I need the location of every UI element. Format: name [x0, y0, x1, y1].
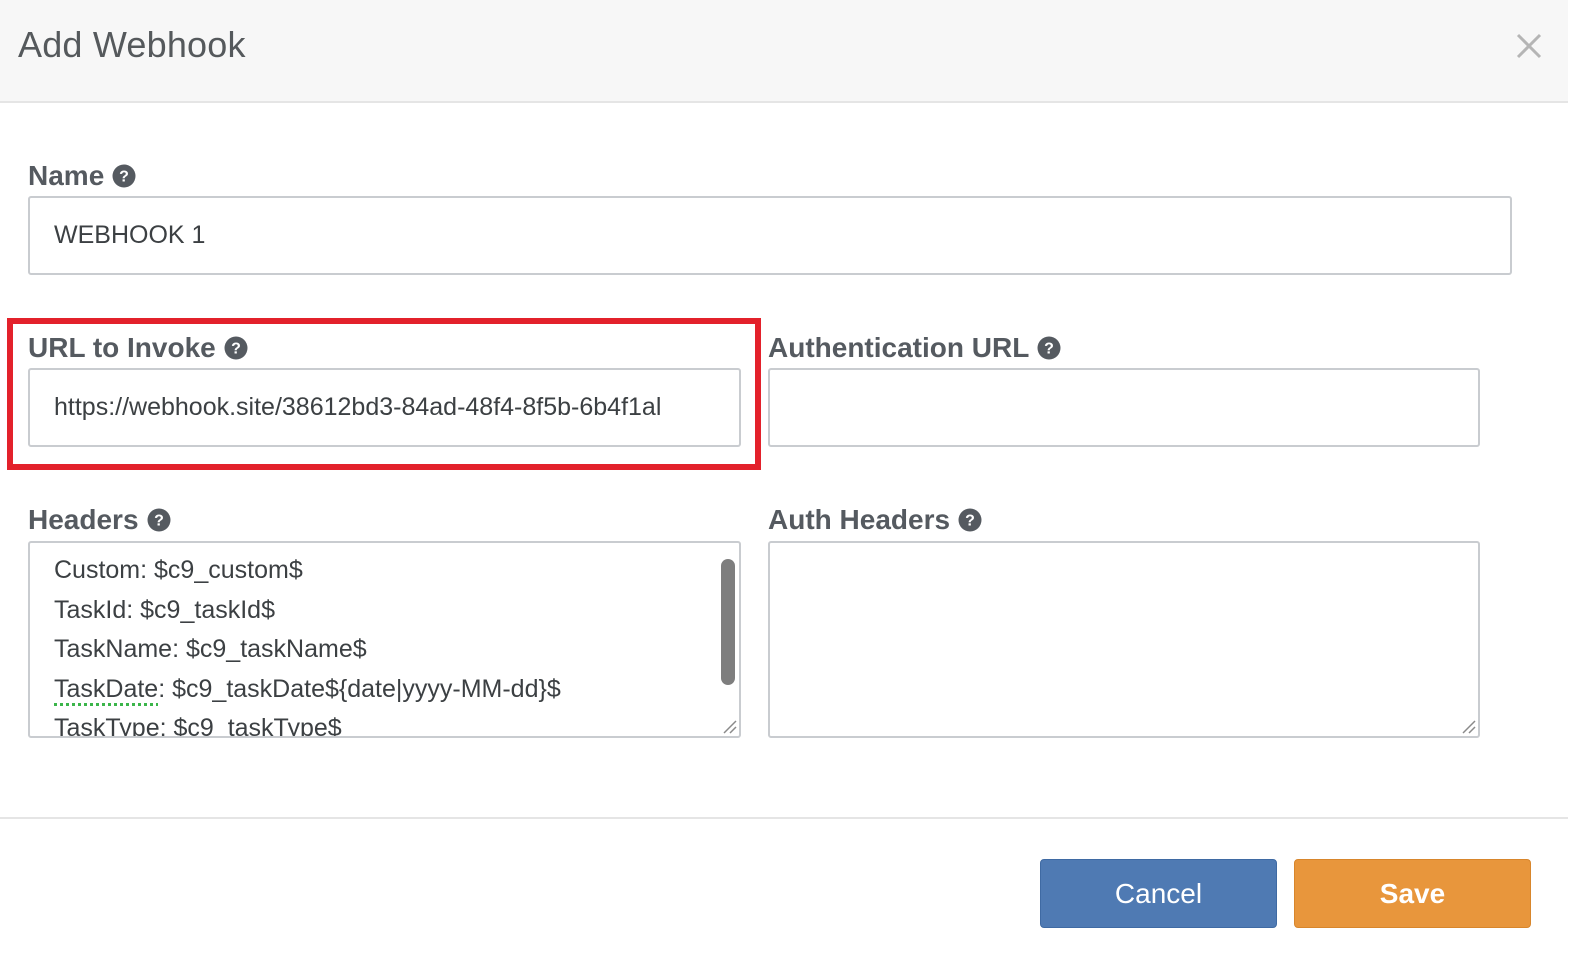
url-to-invoke-label: URL to Invoke ?: [28, 332, 248, 364]
auth-url-help-icon[interactable]: ?: [1037, 336, 1061, 360]
auth-headers-label: Auth Headers ?: [768, 504, 982, 536]
authentication-url-label: Authentication URL ?: [768, 332, 1061, 364]
header-line: TaskDate: $c9_taskDate${date|yyyy-MM-dd}…: [54, 670, 561, 710]
name-input-value: WEBHOOK 1: [54, 221, 206, 249]
auth-headers-label-text: Auth Headers: [768, 504, 951, 535]
name-input[interactable]: WEBHOOK 1: [28, 196, 1512, 275]
name-help-icon[interactable]: ?: [112, 164, 136, 188]
header-line: TaskId: $c9_taskId$: [54, 591, 561, 631]
header-line: TaskType: $c9_taskType$: [54, 709, 561, 738]
header-key: Custom: [54, 556, 141, 584]
close-icon[interactable]: [1513, 30, 1545, 62]
url-to-invoke-value: https://webhook.site/38612bd3-84ad-48f4-…: [54, 393, 662, 421]
header-line: Custom: $c9_custom$: [54, 551, 561, 591]
header-key-misspelled: TaskDate: [54, 674, 159, 703]
headers-content: Custom: $c9_custom$ TaskId: $c9_taskId$ …: [54, 551, 561, 738]
add-webhook-dialog: Add Webhook Name ? WEBHOOK 1 URL to Invo…: [0, 0, 1585, 965]
header-line: TaskName: $c9_taskName$: [54, 630, 561, 670]
headers-resize-handle[interactable]: [721, 718, 737, 734]
cancel-button[interactable]: Cancel: [1040, 859, 1277, 928]
headers-scrollbar[interactable]: [721, 559, 735, 685]
svg-text:?: ?: [231, 341, 241, 358]
url-help-icon[interactable]: ?: [224, 336, 248, 360]
authentication-url-input[interactable]: [768, 368, 1480, 447]
header-key: TaskType: [54, 714, 160, 738]
name-label-text: Name: [28, 160, 105, 191]
svg-text:?: ?: [965, 513, 975, 530]
svg-text:?: ?: [1044, 341, 1054, 358]
headers-textarea[interactable]: Custom: $c9_custom$ TaskId: $c9_taskId$ …: [28, 541, 741, 738]
header-key: TaskId: [54, 595, 127, 624]
authentication-url-label-text: Authentication URL: [768, 332, 1030, 363]
headers-label-text: Headers: [28, 504, 139, 535]
headers-help-icon[interactable]: ?: [147, 508, 171, 532]
svg-text:?: ?: [154, 513, 164, 530]
headers-label: Headers ?: [28, 504, 171, 536]
auth-headers-help-icon[interactable]: ?: [958, 508, 982, 532]
header-key: TaskName: [54, 635, 173, 663]
auth-headers-textarea[interactable]: [768, 541, 1480, 738]
header-value: : $c9_taskName$: [172, 635, 367, 663]
name-label: Name ?: [28, 160, 136, 192]
header-value: : $c9_taskDate${date|yyyy-MM-dd}$: [158, 674, 561, 703]
dialog-header: Add Webhook: [0, 0, 1568, 103]
header-value: : $c9_taskId$: [126, 595, 275, 624]
header-value: : $c9_taskType$: [159, 714, 342, 738]
header-value: : $c9_custom$: [140, 556, 303, 584]
url-to-invoke-label-text: URL to Invoke: [28, 332, 216, 363]
dialog-title: Add Webhook: [18, 24, 246, 65]
svg-text:?: ?: [119, 169, 129, 186]
auth-headers-resize-handle[interactable]: [1460, 718, 1476, 734]
url-to-invoke-input[interactable]: https://webhook.site/38612bd3-84ad-48f4-…: [28, 368, 741, 447]
footer-divider: [0, 817, 1568, 819]
save-button[interactable]: Save: [1294, 859, 1531, 928]
